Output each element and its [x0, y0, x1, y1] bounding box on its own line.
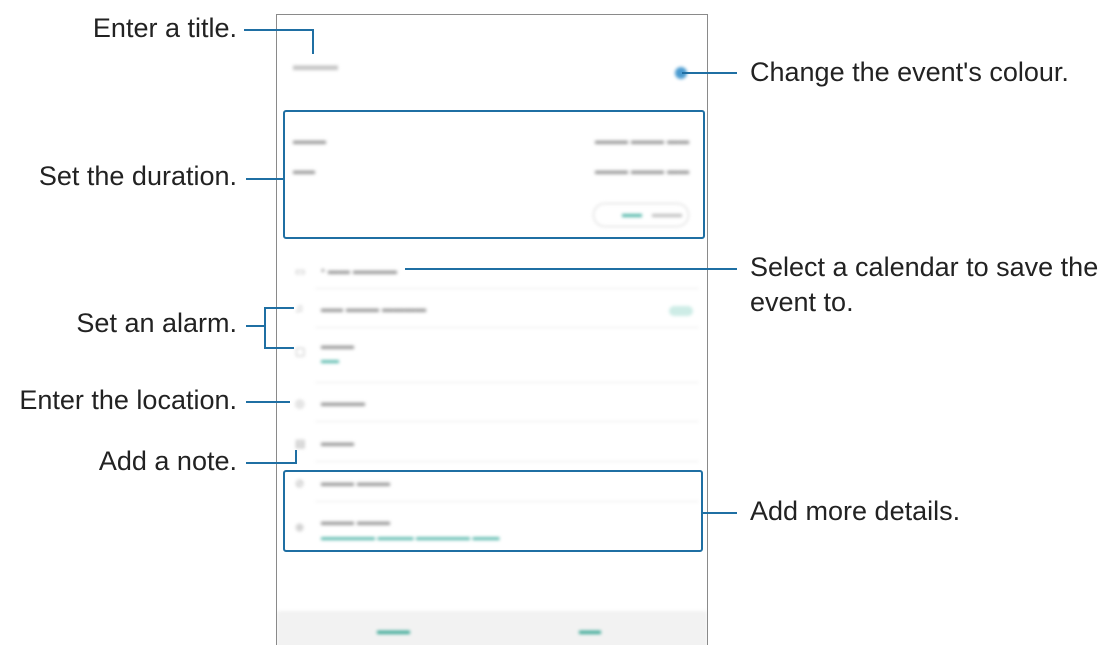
- location-pin-icon: ◎: [295, 398, 305, 410]
- notes-input[interactable]: ▬▬▬: [321, 437, 354, 449]
- details-highlight: [283, 470, 703, 552]
- alarm-leader-line: [264, 307, 266, 349]
- save-button[interactable]: ▬▬: [579, 625, 601, 637]
- alarm-select[interactable]: ▬▬ ▬▬▬ ▬▬▬▬: [321, 303, 426, 315]
- details-callout: Add more details.: [750, 496, 961, 526]
- location-input[interactable]: ▬▬▬▬: [321, 397, 365, 409]
- divider: [315, 461, 699, 462]
- colour-leader-line: [682, 72, 737, 74]
- bell-icon: ♫: [295, 303, 304, 315]
- bottom-action-bar: ▬▬▬ ▬▬: [277, 611, 707, 645]
- calendar-callout-line1: Select a calendar to save the: [750, 252, 1099, 282]
- location-leader-line: [246, 401, 290, 403]
- divider: [315, 288, 699, 289]
- duration-callout: Set the duration.: [38, 161, 237, 191]
- alarm-callout: Set an alarm.: [76, 308, 237, 338]
- repeat-select[interactable]: ▬▬▬: [321, 340, 354, 352]
- details-leader-line: [703, 512, 737, 514]
- title-leader-line: [244, 29, 314, 31]
- alarm-leader-line: [246, 325, 266, 327]
- divider: [315, 327, 699, 328]
- calendar-select[interactable]: • ▬▬ ▬▬▬▬: [321, 265, 397, 277]
- location-callout: Enter the location.: [19, 385, 237, 415]
- calendar-icon: ▭: [295, 266, 306, 278]
- duration-highlight: [283, 110, 705, 239]
- duration-leader-line: [246, 178, 283, 180]
- colour-callout: Change the event's colour.: [750, 57, 1069, 87]
- divider: [315, 421, 699, 422]
- title-leader-line: [312, 29, 314, 54]
- alarm-leader-line: [264, 347, 294, 349]
- cancel-button[interactable]: ▬▬▬: [377, 625, 410, 637]
- note-callout: Add a note.: [98, 446, 237, 476]
- title-callout: Enter a title.: [92, 13, 237, 43]
- title-input[interactable]: ▬▬▬: [293, 57, 338, 74]
- alarm-leader-line: [264, 307, 294, 309]
- note-icon: ▤: [295, 438, 306, 450]
- repeat-value: ▬▬: [321, 355, 339, 365]
- calendar-leader-line: [405, 268, 737, 270]
- note-leader-line: [246, 462, 297, 464]
- note-leader-line: [295, 450, 297, 464]
- divider: [315, 382, 699, 383]
- repeat-icon: ▢: [295, 346, 306, 358]
- alarm-badge[interactable]: [669, 306, 693, 316]
- calendar-callout-line2: event to.: [750, 287, 854, 317]
